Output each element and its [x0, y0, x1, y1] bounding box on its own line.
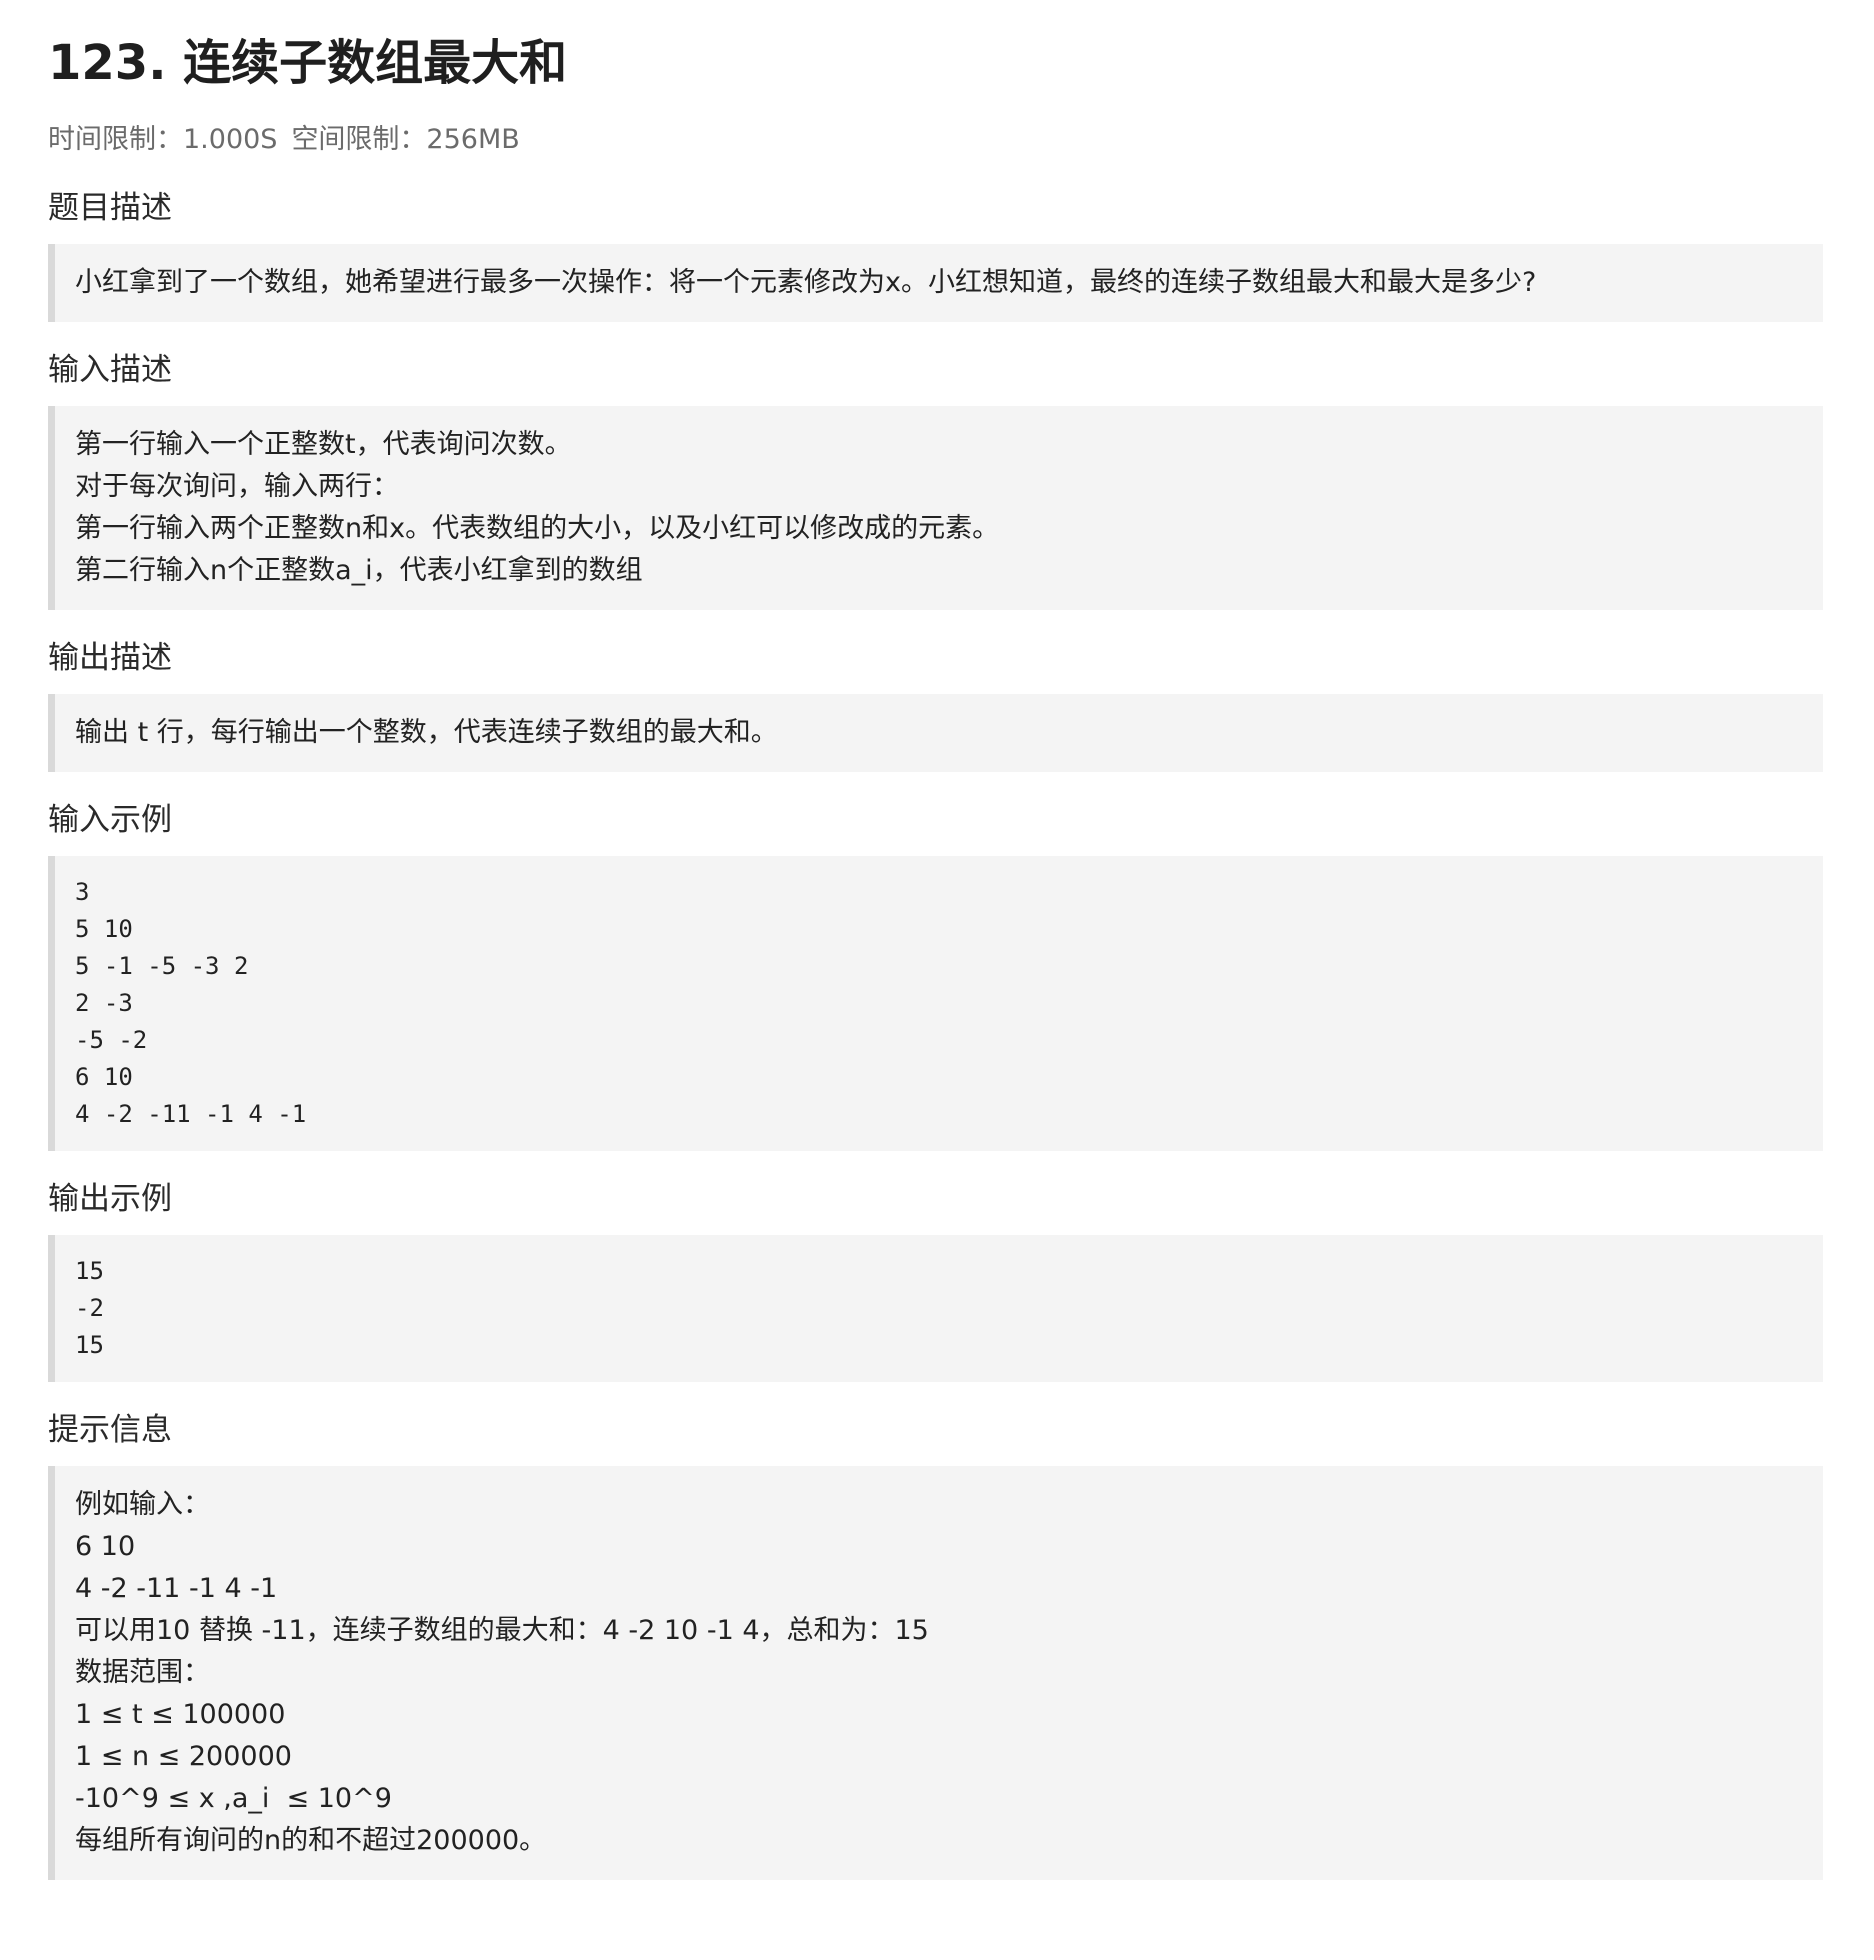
hint-line: 4 -2 -11 -1 4 -1: [75, 1573, 278, 1604]
sample-input-line: 6 10: [75, 1063, 133, 1091]
hint-line: 数据范围：: [75, 1657, 210, 1688]
input-line: 第二行输入n个正整数a_i，代表小红拿到的数组: [75, 555, 643, 586]
page-title: 123. 连续子数组最大和: [48, 35, 568, 91]
sample-input-line: 3: [75, 878, 90, 906]
sample-output-line: -2: [75, 1294, 104, 1322]
hint-line: 可以用10 替换 -11，连续子数组的最大和：4 -2 10 -1 4，总和为：…: [75, 1615, 929, 1646]
sample-output-line: 15: [75, 1331, 104, 1359]
limits-row: 时间限制：1.000S 空间限制：256MB: [48, 120, 1826, 160]
hints-box: 例如输入： 6 10 4 -2 -11 -1 4 -1 可以用10 替换 -11…: [48, 1466, 1823, 1880]
output-line: 输出 t 行，每行输出一个整数，代表连续子数组的最大和。: [75, 717, 778, 748]
input-line: 第一行输入两个正整数n和x。代表数组的大小，以及小红可以修改成的元素。: [75, 513, 1000, 544]
input-line: 第一行输入一个正整数t，代表询问次数。: [75, 429, 572, 460]
sample-input-line: 2 -3: [75, 989, 133, 1017]
sample-input-box: 3 5 10 5 -1 -5 -3 2 2 -3 -5 -2 6 10 4 -2…: [48, 856, 1823, 1151]
description-heading: 题目描述: [48, 190, 172, 226]
hint-line: -10^9 ≤ x ,a_i ≤ 10^9: [75, 1783, 392, 1814]
hint-line: 6 10: [75, 1531, 136, 1562]
sample-input-line: 5 -1 -5 -3 2: [75, 952, 249, 980]
hints-heading: 提示信息: [48, 1412, 172, 1448]
sample-input-line: 5 10: [75, 915, 133, 943]
input-box: 第一行输入一个正整数t，代表询问次数。 对于每次询问，输入两行： 第一行输入两个…: [48, 406, 1823, 610]
sample-input-line: -5 -2: [75, 1026, 148, 1054]
output-box: 输出 t 行，每行输出一个整数，代表连续子数组的最大和。: [48, 694, 1823, 772]
space-limit: 空间限制：256MB: [291, 124, 520, 155]
hint-line: 1 ≤ t ≤ 100000: [75, 1699, 286, 1730]
time-limit: 时间限制：1.000S: [48, 124, 278, 155]
sample-output-heading: 输出示例: [48, 1181, 172, 1217]
sample-input-line: 4 -2 -11 -1 4 -1: [75, 1100, 307, 1128]
sample-input-heading: 输入示例: [48, 802, 172, 838]
input-line: 对于每次询问，输入两行：: [75, 471, 399, 502]
hint-line: 例如输入：: [75, 1489, 210, 1520]
hint-line: 1 ≤ n ≤ 200000: [75, 1741, 292, 1772]
sample-output-box: 15 -2 15: [48, 1235, 1823, 1382]
hint-line: 每组所有询问的n的和不超过200000。: [75, 1825, 547, 1856]
output-heading: 输出描述: [48, 640, 172, 676]
sample-output-line: 15: [75, 1257, 104, 1285]
problem-page: 123. 连续子数组最大和 时间限制：1.000S 空间限制：256MB 题目描述…: [0, 0, 1874, 1880]
description-box: 小红拿到了一个数组，她希望进行最多一次操作：将一个元素修改为x。小红想知道，最终…: [48, 244, 1823, 322]
input-heading: 输入描述: [48, 352, 172, 388]
description-line: 小红拿到了一个数组，她希望进行最多一次操作：将一个元素修改为x。小红想知道，最终…: [75, 267, 1537, 298]
